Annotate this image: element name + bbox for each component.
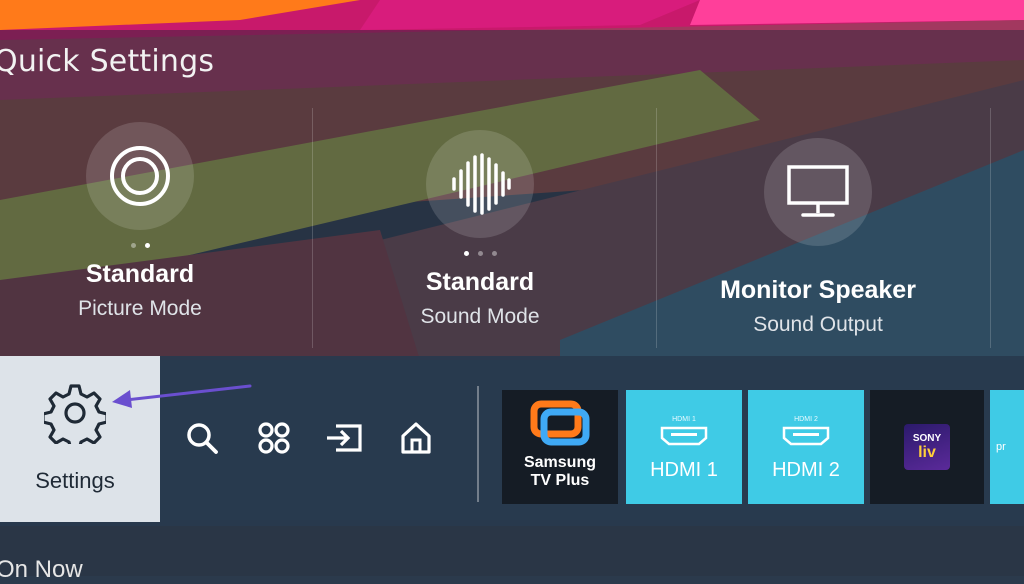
dot [477,250,483,256]
sound-output-tile[interactable]: Monitor Speaker Sound Output [700,138,936,337]
dot [491,250,497,256]
app-name: HDMI 1 [650,459,718,481]
app-partial[interactable]: pr [990,390,1024,504]
hdmi-small-label: HDMI 2 [794,416,818,423]
dot-active [463,250,469,256]
picture-mode-label: Picture Mode [78,297,202,320]
sound-output-icon-circle [764,138,872,246]
tile-divider [990,108,991,348]
dot-active [144,242,150,248]
sound-output-value: Monitor Speaker [720,276,916,304]
bar-divider [477,386,479,502]
home-icon [401,422,431,454]
hdmi-small-label: HDMI 1 [672,416,696,423]
sound-mode-icon-circle [426,130,534,238]
source-icon [327,424,362,452]
search-button[interactable] [180,416,224,460]
liv-logo-text: liv [918,443,936,461]
annotation-arrow-icon [112,384,252,408]
home-button[interactable] [394,416,438,460]
quick-settings-title: Quick Settings [0,44,215,79]
app-name: pr [996,441,1006,453]
picture-mode-icon-circle [86,122,194,230]
dot [130,242,136,248]
app-sony-liv[interactable]: SONY liv [870,390,984,504]
picture-mode-tile[interactable]: Standard Picture Mode [40,122,240,321]
sound-mode-label: Sound Mode [420,305,540,328]
samsung-tv-plus-logo-icon [530,400,590,446]
sony-liv-logo-icon: SONY liv [904,424,950,470]
hdmi-port-icon [782,426,830,446]
app-name-line-1: Samsung [523,454,596,471]
gear-icon [44,384,106,444]
hdmi-port-icon [660,426,708,446]
settings-label: Settings [35,468,115,493]
app-name: Samsung TV Plus [524,454,596,490]
page-dots [380,244,580,262]
apps-icon [258,422,290,454]
tile-divider [312,108,313,348]
page-dots [40,236,240,254]
app-samsung-tv-plus[interactable]: Samsung TV Plus [502,390,618,504]
sound-mode-value: Standard [425,268,535,296]
app-hdmi-1[interactable]: HDMI 1 HDMI 1 [626,390,742,504]
picture-mode-icon [110,146,170,206]
on-now-heading: On Now [0,556,83,583]
app-hdmi-2[interactable]: HDMI 2 HDMI 2 [748,390,864,504]
sound-mode-tile[interactable]: Standard Sound Mode [380,130,580,329]
source-button[interactable] [322,416,366,460]
picture-mode-value: Standard [85,260,195,288]
tile-divider [656,108,657,348]
sony-logo-text: SONY [912,432,942,444]
sound-output-label: Sound Output [753,313,883,336]
sound-mode-icon [452,153,511,215]
apps-button[interactable] [252,416,296,460]
monitor-icon [787,165,849,217]
page-dots [700,252,936,270]
app-name: HDMI 2 [772,459,840,481]
app-name-line-2: TV Plus [530,472,590,489]
quick-settings-panel: Standard Picture Mode Standard Sound Mod… [0,100,1024,355]
search-icon [187,423,218,454]
